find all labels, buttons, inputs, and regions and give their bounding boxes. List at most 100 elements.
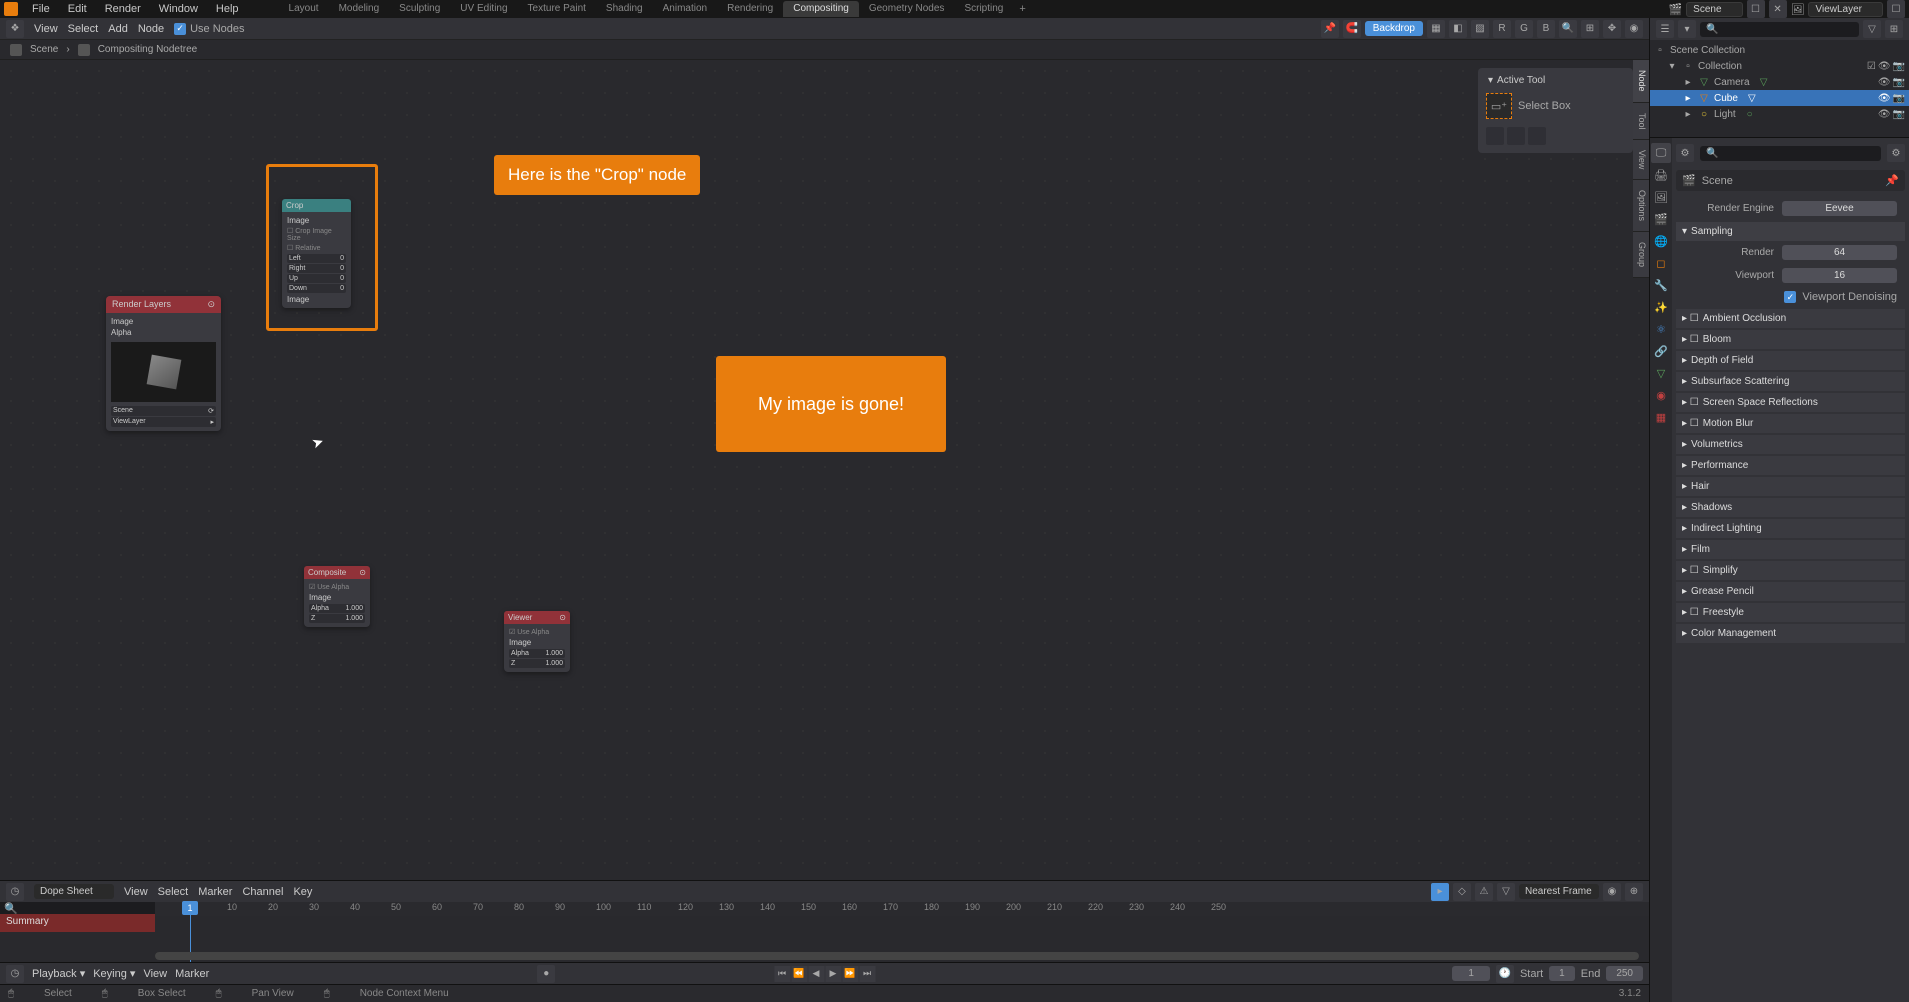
blender-logo-icon[interactable] — [4, 2, 18, 16]
scene-name-field[interactable]: Scene — [1686, 2, 1742, 17]
time-ruler[interactable]: 1 10 20 30 40 50 60 70 80 90 100 110 120… — [155, 902, 1649, 916]
tab-animation[interactable]: Animation — [653, 1, 717, 17]
panel-gp[interactable]: ▸ Grease Pencil — [1676, 582, 1905, 601]
ptab-object[interactable]: ◻ — [1651, 253, 1671, 273]
use-alpha-checkbox[interactable]: ☑ Use Alpha — [309, 582, 365, 592]
panel-simplify[interactable]: ▸ ☐ Simplify — [1676, 561, 1905, 580]
panel-ssr[interactable]: ▸ ☐ Screen Space Reflections — [1676, 393, 1905, 412]
new-col-icon[interactable]: ⊞ — [1885, 20, 1903, 38]
breadcrumb-scene[interactable]: Scene — [30, 44, 58, 55]
hid-icon[interactable]: ⚠ — [1475, 883, 1493, 901]
dope-select-menu[interactable]: Select — [158, 886, 189, 898]
viewlayer-dropdown[interactable]: ViewLayer — [113, 418, 146, 426]
node-editor[interactable]: Render Layers⊙ Image Alpha Scene⟳ ViewLa… — [0, 60, 1649, 880]
prop-edit-icon[interactable]: ◉ — [1603, 883, 1621, 901]
start-frame-field[interactable]: 1 — [1549, 966, 1575, 981]
scene-breadcrumb[interactable]: 🎬 Scene 📌 — [1676, 170, 1905, 191]
socket-alpha-out[interactable]: Alpha — [111, 327, 216, 338]
socket-image-in[interactable]: Image — [309, 592, 365, 603]
chevron-down-icon[interactable]: ▾ — [1488, 75, 1493, 86]
jump-end-icon[interactable]: ⏭ — [859, 966, 875, 982]
tab-sculpting[interactable]: Sculpting — [389, 1, 450, 17]
menu-window[interactable]: Window — [151, 1, 206, 17]
tab-scripting[interactable]: Scripting — [954, 1, 1013, 17]
viewlayer-name-field[interactable]: ViewLayer — [1808, 2, 1883, 17]
playback-menu[interactable]: Playback ▾ — [32, 967, 85, 980]
transport-marker[interactable]: Marker — [175, 968, 209, 980]
alpha-value[interactable]: 1.000 — [345, 605, 363, 612]
viewport-samples-field[interactable]: 16 — [1782, 268, 1897, 283]
scrollbar-thumb[interactable] — [155, 952, 1639, 960]
tab-geonodes[interactable]: Geometry Nodes — [859, 1, 955, 17]
render-icon[interactable]: 📷 — [1893, 77, 1905, 88]
ptab-render[interactable]: 🖵 — [1651, 143, 1671, 163]
ptab-modifier[interactable]: 🔧 — [1651, 275, 1671, 295]
display-mode-icon[interactable]: ▾ — [1678, 20, 1696, 38]
alpha-value[interactable]: 1.000 — [545, 650, 563, 657]
sel-only-icon[interactable]: ◇ — [1453, 883, 1471, 901]
channel-combined-icon[interactable]: ▦ — [1427, 20, 1445, 38]
editor-type-icon[interactable]: ◷ — [6, 883, 24, 901]
engine-dropdown[interactable]: Eevee — [1782, 201, 1897, 216]
breadcrumb-nodetree[interactable]: Compositing Nodetree — [98, 44, 198, 55]
tab-shading[interactable]: Shading — [596, 1, 653, 17]
node-crop[interactable]: Crop Image ☐ Crop Image Size ☐ Relative … — [282, 199, 351, 308]
dope-channel[interactable]: Channel — [242, 886, 283, 898]
ptab-particle[interactable]: ✨ — [1651, 297, 1671, 317]
chevron-right-icon[interactable]: ▸ — [1682, 76, 1694, 88]
transport-view[interactable]: View — [143, 968, 167, 980]
ptab-material[interactable]: ◉ — [1651, 385, 1671, 405]
ptab-data[interactable]: ▽ — [1651, 363, 1671, 383]
use-alpha-checkbox[interactable]: ☑ Use Alpha — [509, 627, 565, 637]
panel-vol[interactable]: ▸ Volumetrics — [1676, 435, 1905, 454]
dope-marker[interactable]: Marker — [198, 886, 232, 898]
mode-subtract-icon[interactable] — [1528, 127, 1546, 145]
pin-icon[interactable]: 📌 — [1321, 20, 1339, 38]
chevron-right-icon[interactable]: ▸ — [1682, 108, 1694, 120]
ptab-scene[interactable]: 🎬 — [1651, 209, 1671, 229]
panel-bloom[interactable]: ▸ ☐ Bloom — [1676, 330, 1905, 349]
scene-dropdown[interactable]: Scene — [113, 407, 133, 415]
panel-ao[interactable]: ▸ ☐ Ambient Occlusion — [1676, 309, 1905, 328]
ptab-world[interactable]: 🌐 — [1651, 231, 1671, 251]
channel-alpha-icon[interactable]: ▨ — [1471, 20, 1489, 38]
chevron-right-icon[interactable]: ▸ — [1682, 92, 1694, 104]
options-icon[interactable]: ⚙ — [1887, 144, 1905, 162]
z-value[interactable]: 1.000 — [545, 660, 563, 667]
socket-image-out[interactable]: Image — [111, 316, 216, 327]
ptab-constraint[interactable]: 🔗 — [1651, 341, 1671, 361]
ptab-physics[interactable]: ⚛ — [1651, 319, 1671, 339]
mode-set-icon[interactable] — [1486, 127, 1504, 145]
nodeed-view[interactable]: View — [34, 23, 58, 35]
tree-cube[interactable]: ▸ ▽ Cube ▽ 👁📷 — [1650, 90, 1909, 106]
eye-icon[interactable]: 👁 — [1878, 61, 1891, 72]
tab-compositing[interactable]: Compositing — [783, 1, 859, 17]
mode-dropdown[interactable]: Dope Sheet — [34, 884, 114, 899]
eye-icon[interactable]: 👁 — [1878, 93, 1891, 104]
z-value[interactable]: 1.000 — [345, 615, 363, 622]
tab-modeling[interactable]: Modeling — [329, 1, 390, 17]
viewlayer-new-icon[interactable]: ☐ — [1887, 0, 1905, 18]
panel-perf[interactable]: ▸ Performance — [1676, 456, 1905, 475]
tab-add[interactable]: + — [1013, 1, 1031, 17]
snap-dropdown[interactable]: Nearest Frame — [1519, 884, 1599, 899]
mode-extend-icon[interactable] — [1507, 127, 1525, 145]
node-render-layers[interactable]: Render Layers⊙ Image Alpha Scene⟳ ViewLa… — [106, 296, 221, 431]
eye-icon[interactable]: 👁 — [1878, 109, 1891, 120]
prop-icon2[interactable]: ⊕ — [1625, 883, 1643, 901]
search-icon[interactable]: 🔍 — [4, 902, 18, 915]
node-composite[interactable]: Composite⊙ ☑ Use Alpha Image Alpha1.000 … — [304, 566, 370, 627]
denoise-checkbox[interactable]: ✓ Viewport Denoising — [1676, 287, 1905, 307]
panel-sss[interactable]: ▸ Subsurface Scattering — [1676, 372, 1905, 391]
ptab-texture[interactable]: ▦ — [1651, 407, 1671, 427]
editor-type-icon[interactable]: ❖ — [6, 20, 24, 38]
tree-camera[interactable]: ▸ ▽ Camera ▽ 👁📷 — [1650, 74, 1909, 90]
editor-type-icon[interactable]: ⚙ — [1676, 144, 1694, 162]
socket-image-in[interactable]: Image — [509, 637, 565, 648]
nodeed-node[interactable]: Node — [138, 23, 164, 35]
up-field[interactable]: Up — [289, 275, 298, 282]
panel-cm[interactable]: ▸ Color Management — [1676, 624, 1905, 643]
render-icon[interactable]: ▸ — [210, 418, 214, 426]
menu-file[interactable]: File — [24, 1, 58, 17]
scene-del-icon[interactable]: ✕ — [1769, 0, 1787, 18]
